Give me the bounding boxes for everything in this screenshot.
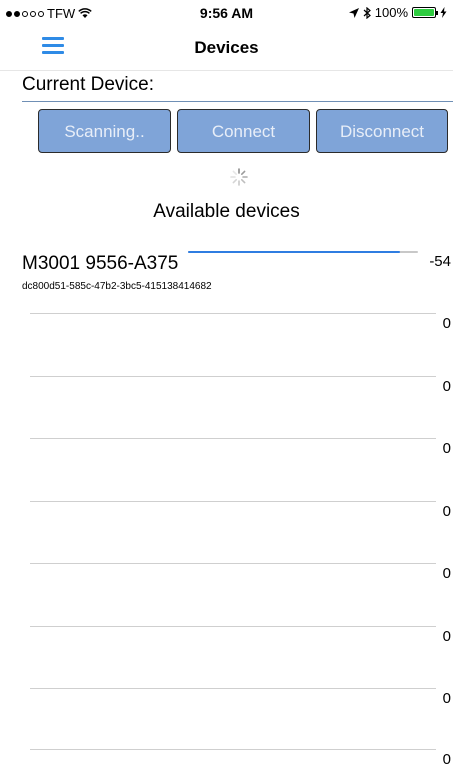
- charging-bolt-icon: [440, 7, 447, 18]
- battery-icon: [412, 7, 438, 18]
- empty-device-row: 0: [30, 376, 453, 396]
- signal-strength-fill: [188, 251, 400, 253]
- empty-row-bar: [30, 563, 436, 564]
- bluetooth-icon: [363, 6, 371, 19]
- empty-device-row: 0: [30, 438, 453, 458]
- empty-row-value: 0: [442, 315, 451, 332]
- device-rssi: -54: [429, 253, 451, 270]
- empty-row-bar: [30, 626, 436, 627]
- disconnect-button[interactable]: Disconnect: [316, 109, 448, 153]
- scan-button[interactable]: Scanning..: [38, 109, 171, 153]
- empty-device-row: 0: [30, 313, 453, 333]
- page-title: Devices: [194, 38, 259, 57]
- device-name: M3001 9556-A375: [22, 253, 179, 274]
- empty-row-value: 0: [442, 565, 451, 582]
- current-device-divider: [22, 101, 453, 102]
- empty-row-value: 0: [442, 690, 451, 707]
- connect-button[interactable]: Connect: [177, 109, 310, 153]
- available-devices-heading: Available devices: [153, 201, 300, 222]
- empty-row-value: 0: [442, 628, 451, 645]
- empty-device-row: 0: [30, 563, 453, 583]
- navigation-bar: Devices: [0, 26, 453, 71]
- empty-row-value: 0: [442, 378, 451, 395]
- empty-row-bar: [30, 376, 436, 377]
- empty-row-bar: [30, 438, 436, 439]
- empty-row-value: 0: [442, 751, 451, 768]
- status-right: 100%: [348, 5, 447, 20]
- empty-device-row: 0: [30, 749, 453, 769]
- empty-device-row: 0: [30, 626, 453, 646]
- action-button-row: Scanning.. Connect Disconnect: [38, 109, 448, 155]
- status-bar: TFW 9:56 AM 100%: [0, 0, 453, 26]
- empty-row-bar: [30, 688, 436, 689]
- empty-row-bar: [30, 313, 436, 314]
- empty-row-value: 0: [442, 440, 451, 457]
- signal-strength-bar: [188, 251, 418, 253]
- empty-device-row: 0: [30, 501, 453, 521]
- location-arrow-icon: [348, 7, 359, 18]
- empty-row-bar: [30, 749, 436, 750]
- empty-row-bar: [30, 501, 436, 502]
- loading-spinner-icon: [230, 168, 248, 186]
- empty-device-row: 0: [30, 688, 453, 708]
- device-uuid: dc800d51-585c-47b2-3bc5-415138414682: [22, 281, 212, 292]
- battery-percent: 100%: [374, 5, 408, 20]
- empty-row-value: 0: [442, 503, 451, 520]
- current-device-label: Current Device:: [22, 74, 154, 95]
